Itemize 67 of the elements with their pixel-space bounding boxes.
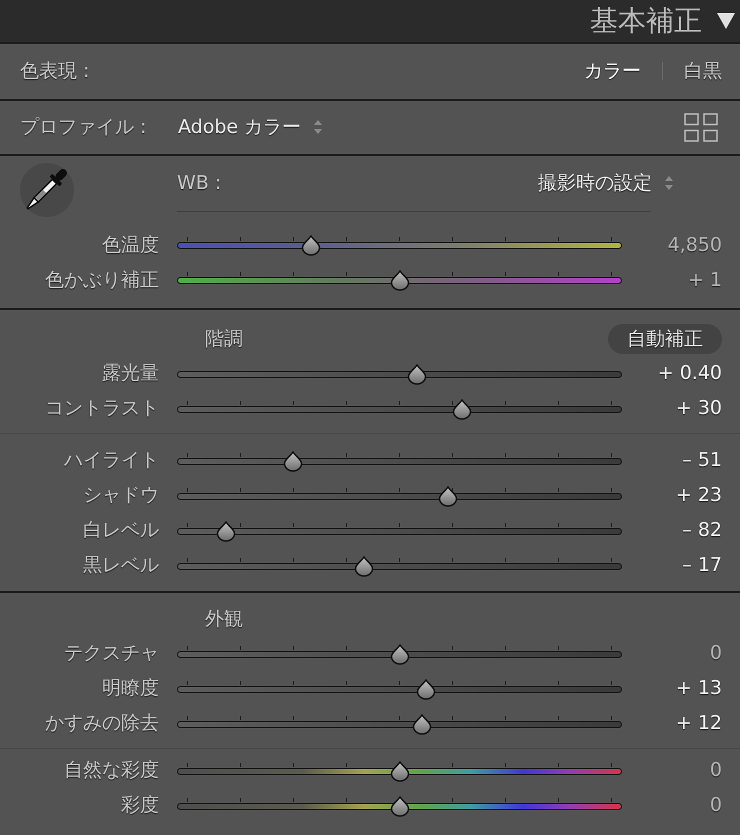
slider-thumb[interactable] (300, 235, 320, 256)
slider-thumb[interactable] (416, 678, 436, 700)
slider-track[interactable] (177, 760, 622, 782)
slider-thumb[interactable] (452, 398, 472, 420)
slider-label: コントラスト (45, 397, 159, 420)
slider-thumb[interactable] (390, 760, 410, 782)
treatment-label: 色表現 : (20, 60, 90, 83)
treatment-option[interactable]: カラー (584, 60, 641, 83)
slider-value: 0 (710, 642, 722, 664)
slider-label: 自然な彩度 (64, 759, 159, 782)
slider-value: + 0.40 (658, 362, 722, 384)
slider-value: + 1 (688, 268, 722, 291)
slider-track[interactable] (177, 270, 622, 291)
profile-dropdown[interactable]: Adobe カラー (178, 116, 324, 139)
slider-thumb[interactable] (438, 486, 458, 506)
slider-track[interactable] (177, 714, 622, 734)
slider-label: 彩度 (121, 794, 159, 816)
slider-thumb[interactable] (390, 644, 410, 664)
slider-label: 露光量 (102, 362, 159, 384)
slider-track[interactable] (177, 398, 622, 420)
slider-value: – 51 (682, 449, 722, 472)
section-title: 外観 (205, 608, 243, 630)
slider-value: 4,850 (668, 234, 722, 256)
slider-track[interactable] (177, 520, 622, 542)
slider-thumb[interactable] (390, 270, 410, 291)
slider-thumb[interactable] (407, 364, 428, 384)
slider-value: 0 (710, 794, 722, 816)
slider-value: 0 (710, 759, 722, 782)
slider-thumb[interactable] (354, 556, 374, 576)
slider-track[interactable] (177, 644, 622, 664)
slider-thumb[interactable] (390, 796, 410, 816)
slider-track[interactable] (177, 796, 622, 816)
treatment-option[interactable]: 白黒 (684, 60, 722, 83)
slider-label: シャドウ (83, 484, 159, 506)
slider-track[interactable] (177, 556, 622, 576)
section-title: 階調 (205, 328, 243, 350)
triangle-down-icon[interactable] (717, 13, 735, 29)
profile-label: プロファイル : (20, 116, 146, 138)
slider-label: 色かぶり補正 (45, 268, 159, 291)
slider-track[interactable] (177, 486, 622, 506)
slider-value: + 30 (676, 397, 722, 420)
slider-track[interactable] (177, 678, 622, 700)
grid-icon[interactable] (684, 113, 718, 142)
slider-thumb[interactable] (282, 450, 303, 472)
slider-value: – 82 (682, 519, 722, 542)
slider-label: テクスチャ (64, 642, 159, 664)
slider-value: + 23 (676, 484, 722, 506)
slider-label: 白レベル (83, 519, 159, 542)
slider-value: – 17 (682, 554, 722, 576)
wb-dropdown[interactable]: 撮影時の設定 (538, 172, 674, 195)
slider-value: + 13 (676, 677, 722, 700)
slider-thumb[interactable] (412, 714, 432, 734)
slider-label: かすみの除去 (45, 712, 159, 734)
slider-track[interactable] (177, 364, 622, 384)
slider-label: ハイライト (64, 449, 159, 472)
slider-value: + 12 (676, 712, 722, 734)
slider-label: 色温度 (102, 234, 159, 256)
wb-label: WB : (177, 172, 222, 195)
slider-track[interactable] (177, 450, 622, 472)
auto-button[interactable]: 自動補正 (608, 324, 722, 354)
slider-label: 黒レベル (83, 554, 159, 576)
eyedropper-icon[interactable] (17, 162, 75, 218)
panel-header[interactable]: 基本補正 (0, 0, 740, 42)
panel-title: 基本補正 (590, 4, 702, 38)
slider-track[interactable] (177, 235, 622, 256)
slider-label: 明瞭度 (102, 677, 159, 700)
slider-thumb[interactable] (216, 520, 236, 542)
